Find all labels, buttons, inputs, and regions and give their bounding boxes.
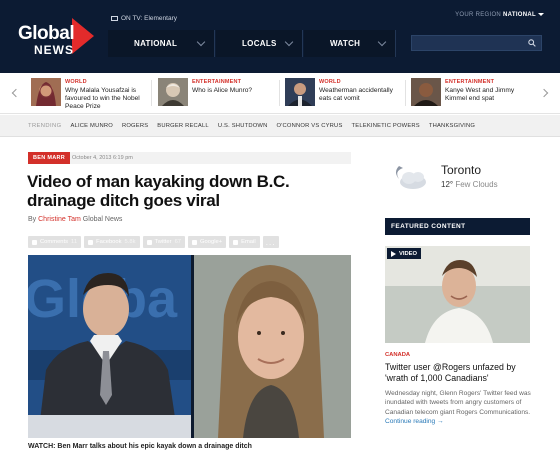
divider [151,80,152,106]
video-player[interactable]: Globa [28,255,351,438]
comments-button[interactable]: Comments 11 [28,236,82,248]
author-link[interactable]: Christine Tam [38,216,81,223]
nav-watch[interactable]: WATCH [304,30,396,57]
nav-national[interactable]: NATIONAL [108,30,215,57]
headline-title: Kanye West and Jimmy Kimmel end spat [445,87,515,102]
chevron-down-icon [538,12,544,16]
trending-label: TRENDING [28,122,62,129]
cloud-moon-icon [396,166,426,189]
article-date: October 4, 2013 6:19 pm [72,155,133,161]
featured-content-heading: FEATURED CONTENT [385,218,530,235]
weather-temp: 12° Few Clouds [441,180,498,189]
video-caption: WATCH: Ben Marr talks about his epic kay… [28,443,252,450]
headline-item[interactable]: ENTERTAINMENT Kanye West and Jimmy Kimme… [411,78,529,110]
featured-category[interactable]: CANADA [385,352,410,358]
twitter-share-button[interactable]: Twitter 67 [142,236,186,248]
facebook-icon [88,239,94,245]
featured-video-thumbnail[interactable] [385,246,530,343]
weather-condition: Few Clouds [455,180,498,189]
trending-link[interactable]: ROGERS [122,123,148,129]
weather-city: Toronto [441,163,482,177]
divider [405,80,406,106]
divider [279,80,280,106]
byline: By Christine Tam Global News [28,216,123,223]
headline-thumbnail [411,78,441,106]
headline-title: Why Malala Yousafzai is favoured to win … [65,87,140,110]
headline-carousel: WORLD Why Malala Yousafzai is favoured t… [0,74,560,114]
headline-category: ENTERTAINMENT [192,79,242,85]
headline-title: Who is Alice Munro? [192,87,253,94]
headline-item[interactable]: WORLD Why Malala Yousafzai is favoured t… [31,78,149,110]
carousel-next-icon[interactable] [539,88,549,98]
comment-icon [32,239,37,245]
headline-category: ENTERTAINMENT [445,79,495,85]
trending-link[interactable]: THANKSGIVING [429,123,475,129]
tv-icon [111,15,118,21]
outlet: Global News [82,216,123,223]
featured-summary: Wednesday night, Glenn Rogers' Twitter f… [385,390,531,426]
region-value: NATIONAL [503,12,536,18]
headline-thumbnail [285,78,315,106]
carousel-prev-icon[interactable] [11,88,21,98]
article-title: Video of man kayaking down B.C. drainage… [27,172,290,210]
headline-item[interactable]: WORLD Weatherman accidentally eats cat v… [285,78,403,110]
trending-link[interactable]: U.S. SHUTDOWN [218,123,268,129]
continue-reading-link[interactable]: Continue reading → [385,418,444,425]
facebook-share-button[interactable]: Facebook 5.8k [84,236,140,248]
trending-link[interactable]: ALICE MUNRO [70,123,112,129]
logo-word: Global [18,23,75,44]
weather-widget[interactable]: Toronto 12° Few Clouds [385,160,545,196]
chevron-down-icon [377,37,387,47]
video-frame: Globa [28,255,351,438]
headline-item[interactable]: ENTERTAINMENT Who is Alice Munro? [158,78,276,110]
featured-image [385,246,530,343]
video-tag: VIDEO [387,248,422,259]
region-selector[interactable]: YOUR REGION NATIONAL [455,12,544,18]
search-input[interactable] [412,40,522,55]
article-kicker[interactable]: BEN MARR [28,152,71,164]
nav-locals[interactable]: LOCALS [216,30,303,57]
chevron-down-icon [284,37,294,47]
headline-title: Weatherman accidentally eats cat vomit [319,87,393,102]
logo-sub: NEWS [34,43,74,57]
headline-thumbnail [158,78,188,106]
featured-title[interactable]: Twitter user @Rogers unfazed by 'wrath o… [385,362,535,383]
logo-triangle-icon [72,18,94,54]
google-plus-share-button[interactable]: Google+ [188,236,227,248]
trending-link[interactable]: BURGER RECALL [157,123,209,129]
email-share-button[interactable]: Email [229,236,260,248]
twitter-icon [146,239,152,245]
headline-category: WORLD [65,79,87,85]
trending-bar: TRENDING ALICE MUNRO ROGERS BURGER RECAL… [0,115,560,137]
play-icon [391,250,396,257]
site-header: Global NEWS ON TV: Elementary YOUR REGIO… [0,0,560,73]
trending-link[interactable]: O'CONNOR VS CYRUS [276,123,342,129]
search-icon[interactable] [528,39,536,47]
google-plus-icon [192,239,198,245]
headline-category: WORLD [319,79,341,85]
share-bar: Comments 11 Facebook 5.8k Twitter 67 Goo… [28,236,279,248]
chevron-down-icon [196,37,206,47]
more-share-button[interactable]: ... [262,236,279,248]
headline-thumbnail [31,78,61,106]
search-box [411,35,542,55]
on-tv-link[interactable]: ON TV: Elementary [111,15,177,22]
trending-link[interactable]: TELEKINETIC POWERS [352,123,420,129]
email-icon [233,239,239,245]
global-news-logo[interactable]: Global NEWS [18,18,98,60]
